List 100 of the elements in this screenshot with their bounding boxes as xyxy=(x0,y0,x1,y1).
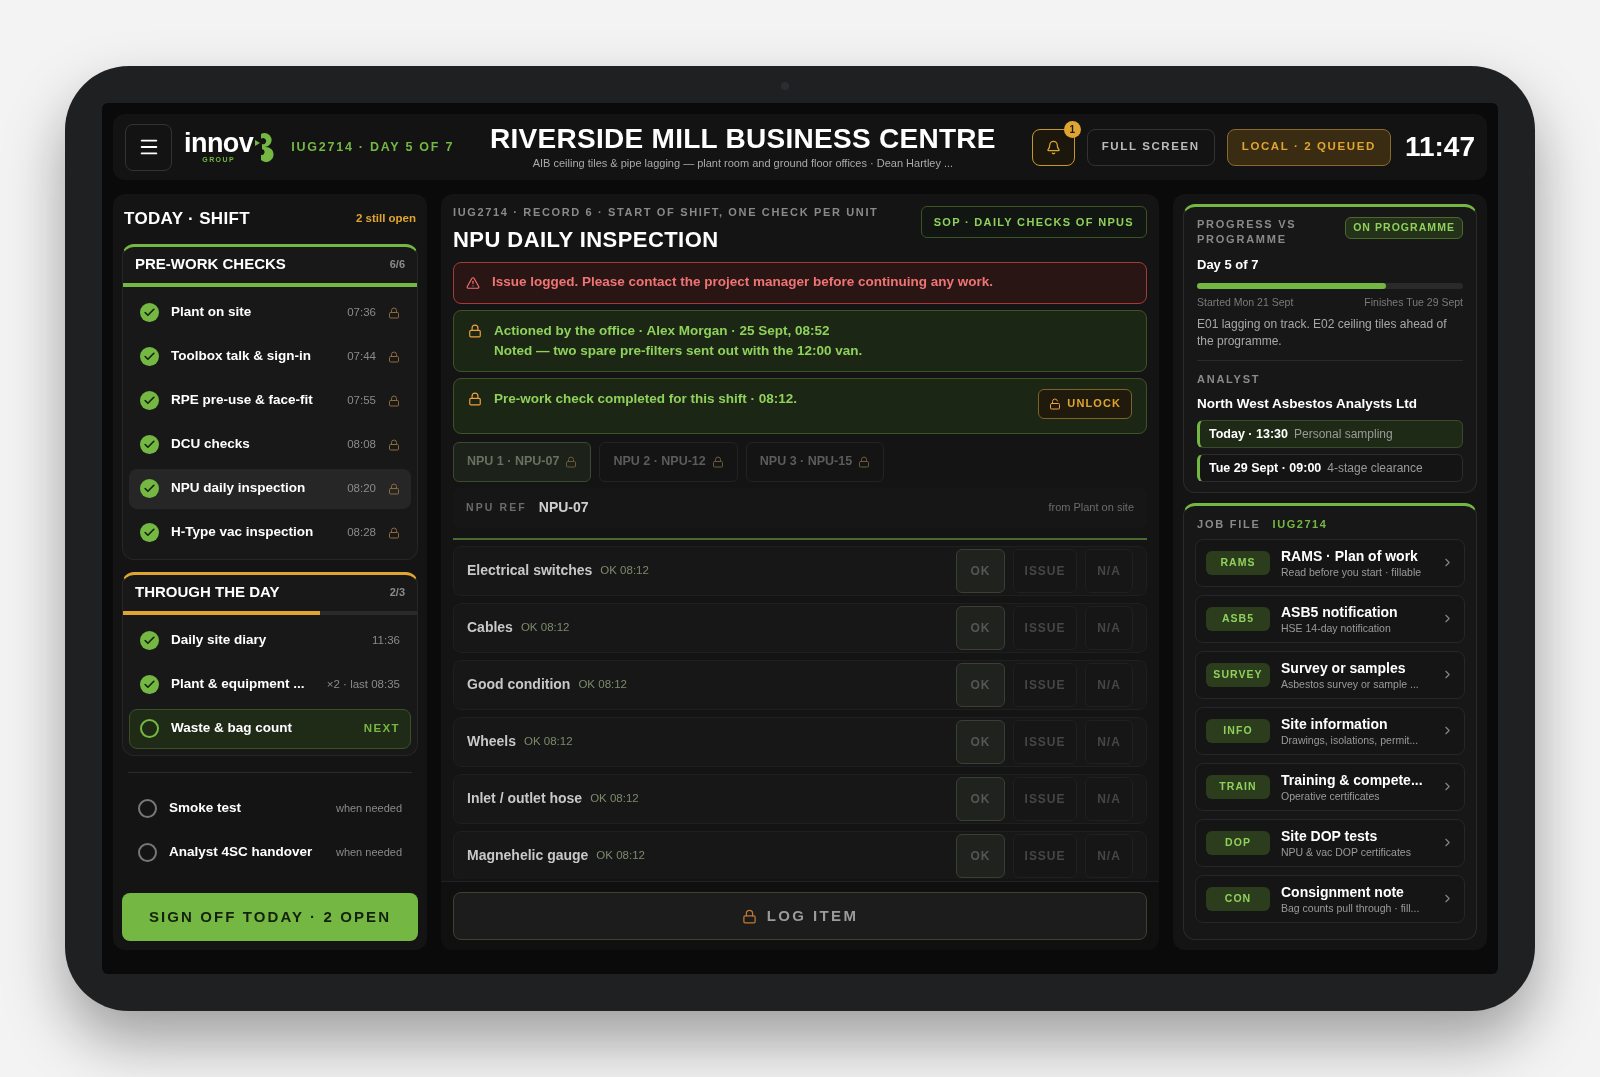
document-tag: DOP xyxy=(1206,830,1270,855)
finish-date: Finishes Tue 29 Sept xyxy=(1364,294,1463,310)
check-status: OK 08:12 xyxy=(596,847,645,863)
document-title: RAMS · Plan of work xyxy=(1281,546,1419,565)
check-label: Good condition xyxy=(467,675,571,694)
document-subtitle: Bag counts pull through · fill... xyxy=(1281,900,1421,915)
sync-status-button[interactable]: LOCAL · 2 QUEUED xyxy=(1226,128,1391,166)
checklist-item[interactable]: Analyst 4SC handover when needed xyxy=(128,832,412,873)
bell-icon xyxy=(1045,139,1061,155)
checklist-item[interactable]: Daily site diary 11:36 xyxy=(129,620,411,661)
visit-time: Today · 13:30 xyxy=(1209,425,1288,443)
document-row[interactable]: RAMS RAMS · Plan of work Read before you start · fillable xyxy=(1195,538,1465,587)
group-title: THROUGH THE DAY xyxy=(135,582,280,603)
document-title: Survey or samples xyxy=(1281,658,1407,677)
item-time: 11:36 xyxy=(372,632,400,648)
day-label: Day 5 of 7 xyxy=(1197,256,1260,274)
document-tag: ASB5 xyxy=(1206,606,1270,631)
document-title: ASB5 notification xyxy=(1281,602,1399,621)
checklist-item[interactable]: DCU checks 08:08 xyxy=(129,424,411,465)
item-time: 08:28 xyxy=(347,524,376,540)
document-subtitle: Operative certificates xyxy=(1281,788,1381,803)
note-text: Actioned by the office · Alex Morgan · 25 Sept, 08:52 xyxy=(494,321,831,340)
visit-time: Tue 29 Sept · 09:00 xyxy=(1209,459,1322,477)
item-time: 07:36 xyxy=(347,304,376,320)
document-row[interactable]: ASB5 ASB5 notification HSE 14-day notification xyxy=(1195,594,1465,643)
unlock-button[interactable]: UNLOCK xyxy=(1038,388,1132,419)
item-label: NPU daily inspection xyxy=(171,479,307,498)
group-count: 2/3 xyxy=(389,585,405,601)
lock-icon xyxy=(741,908,757,924)
document-row[interactable]: DOP Site DOP tests NPU & vac DOP certificates xyxy=(1195,818,1465,867)
alert-text: Issue logged. Please contact the project manager before continuing any work. xyxy=(492,273,994,292)
group-title: PRE-WORK CHECKS xyxy=(135,254,286,275)
checklist-item[interactable]: Toolbox talk & sign-in 07:44 xyxy=(129,336,411,377)
visit-type: Personal sampling xyxy=(1293,426,1393,443)
log-item-button[interactable]: LOG ITEM xyxy=(453,892,1147,940)
lock-icon xyxy=(565,455,578,468)
check-label: Cables xyxy=(467,618,513,637)
record-title: NPU DAILY INSPECTION xyxy=(453,225,720,254)
document-title: Site information xyxy=(1281,714,1389,733)
check-label: Wheels xyxy=(467,732,516,751)
item-time: 08:08 xyxy=(347,436,376,452)
check-status: OK 08:12 xyxy=(520,619,570,635)
checklist-item[interactable]: RPE pre-use & face-fit 07:55 xyxy=(129,380,411,421)
document-row[interactable]: SURVEY Survey or samples Asbestos survey or sample ... xyxy=(1195,650,1465,699)
check-status: OK 08:12 xyxy=(524,733,573,749)
document-row[interactable]: CON Consignment note Bag counts pull through · fill... xyxy=(1195,874,1465,923)
next-tag: NEXT xyxy=(363,719,400,738)
checklist-item[interactable]: NPU daily inspection 08:20 xyxy=(129,468,411,509)
item-label: H-Type vac inspection xyxy=(171,523,315,542)
item-time: 08:20 xyxy=(347,480,376,496)
lock-icon xyxy=(858,455,871,468)
check-status: OK 08:12 xyxy=(590,790,639,806)
item-label: Daily site diary xyxy=(171,631,268,650)
document-row[interactable]: INFO Site information Drawings, isolations, permit... xyxy=(1195,706,1465,755)
status-badge: ON PROGRAMME xyxy=(1345,217,1463,239)
item-label: Smoke test xyxy=(169,799,243,818)
document-title: Training & compete... xyxy=(1281,770,1424,789)
checklist-item[interactable]: Plant & equipment ... ×2 · last 08:35 xyxy=(129,664,411,705)
record-line: IUG2714 · RECORD 6 · START OF SHIFT, ONE CHECK PER UNIT xyxy=(453,205,879,220)
lock-icon xyxy=(711,455,724,468)
field-label: NPU REF xyxy=(466,499,527,515)
full-screen-button[interactable]: FULL SCREEN xyxy=(1086,128,1215,166)
analyst-name: North West Asbestos Analysts Ltd xyxy=(1197,394,1419,413)
group-count: 6/6 xyxy=(389,257,405,273)
item-note: when needed xyxy=(335,845,402,861)
document-subtitle: NPU & vac DOP certificates xyxy=(1281,844,1412,859)
visit-row[interactable]: Tue 29 Sept · 09:00 4-stage clearance xyxy=(1197,454,1463,482)
document-tag: INFO xyxy=(1206,718,1270,743)
site-subtitle: AIB ceiling tiles & pipe lagging — plant room and ground floor offices · Dean Hartley ... xyxy=(532,155,954,171)
check-label: Inlet / outlet hose xyxy=(467,789,583,808)
checklist-item[interactable]: Waste & bag count NEXT xyxy=(129,708,411,749)
field-value: NPU-07 xyxy=(538,498,589,517)
document-title: Consignment note xyxy=(1281,882,1405,901)
unlock-icon xyxy=(1049,397,1062,410)
warning-icon xyxy=(466,275,480,290)
card-title: JOB FILE xyxy=(1197,517,1261,532)
menu-button[interactable] xyxy=(125,123,172,171)
lock-icon xyxy=(468,323,482,338)
item-label: Waste & bag count xyxy=(171,719,293,738)
document-tag: TRAIN xyxy=(1206,774,1270,799)
item-label: Plant on site xyxy=(171,303,253,322)
check-label: Magnehelic gauge xyxy=(467,846,589,865)
item-label: Toolbox talk & sign-in xyxy=(171,347,312,366)
panel-title: TODAY · SHIFT xyxy=(124,208,250,230)
logo-wordmark: innov xyxy=(184,130,254,156)
check-label: Electrical switches xyxy=(467,561,593,580)
checklist-item[interactable]: Plant on site 07:36 xyxy=(129,292,411,333)
job-line: IUG2714 · DAY 5 OF 7 xyxy=(291,138,455,156)
document-title: Site DOP tests xyxy=(1281,826,1379,845)
checklist-item[interactable]: H-Type vac inspection 08:28 xyxy=(129,512,411,553)
item-time: 07:55 xyxy=(347,392,376,408)
document-row[interactable]: TRAIN Training & compete... Operative certificates xyxy=(1195,762,1465,811)
check-status: OK 08:12 xyxy=(600,562,649,578)
visit-row[interactable]: Today · 13:30 Personal sampling xyxy=(1197,420,1463,448)
sop-button[interactable]: SOP · DAILY CHECKS OF NPUS xyxy=(920,206,1147,238)
item-label: Plant & equipment ... xyxy=(171,675,306,694)
checklist-item[interactable]: Smoke test when needed xyxy=(128,788,412,829)
sign-off-button[interactable]: SIGN OFF TODAY · 2 OPEN xyxy=(122,893,418,941)
start-date: Started Mon 21 Sept xyxy=(1197,294,1294,310)
item-label: DCU checks xyxy=(171,435,251,454)
